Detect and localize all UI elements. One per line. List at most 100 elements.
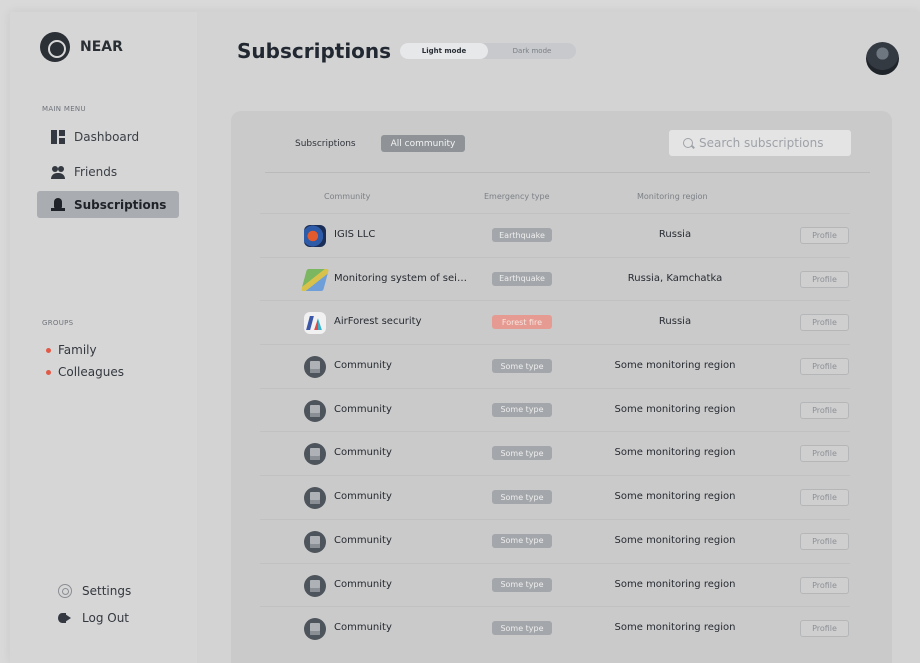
emergency-type-badge: Some type xyxy=(492,533,552,548)
community-icon xyxy=(304,356,326,379)
search-icon xyxy=(683,138,693,148)
sidebar-item-label: Friends xyxy=(74,164,118,179)
sidebar-item-label: Dashboard xyxy=(74,129,140,144)
emergency-type-badge: Earthquake xyxy=(492,228,552,242)
monitoring-region: Some monitoring region xyxy=(614,578,736,590)
app-window: NEAR MAIN MENU Dashboard Friends Subscri… xyxy=(10,12,920,663)
community-icon xyxy=(304,618,326,641)
column-header-emergency-type: Emergency type xyxy=(484,192,550,201)
community-icon xyxy=(304,487,326,510)
table-row[interactable]: Community Some type Some monitoring region… xyxy=(260,518,850,563)
divider xyxy=(265,172,870,173)
column-header-monitoring-region: Monitoring region xyxy=(637,192,708,201)
community-name[interactable]: Community xyxy=(334,535,392,546)
light-mode-option[interactable]: Light mode xyxy=(400,43,488,59)
emergency-type-badge: Some type xyxy=(492,621,552,636)
table-row[interactable]: Community Some type Some monitoring region… xyxy=(260,562,850,607)
seismic-map-icon xyxy=(301,268,329,291)
group-item-colleagues[interactable]: Colleagues xyxy=(46,365,124,379)
monitoring-region: Russia xyxy=(658,229,692,240)
gear-icon xyxy=(58,584,72,598)
profile-button[interactable]: Profile xyxy=(800,576,849,594)
emergency-type-badge: Some type xyxy=(492,402,552,417)
subscriptions-panel: Subscriptions All community Community Em… xyxy=(231,111,892,663)
search-box[interactable] xyxy=(669,130,851,156)
table-row[interactable]: IGIS LLC Earthquake Russia Profile xyxy=(260,213,850,257)
profile-button[interactable]: Profile xyxy=(800,270,849,288)
community-icon xyxy=(304,399,326,422)
table-row[interactable]: Community Some type Some monitoring region… xyxy=(260,431,850,475)
group-label: Family xyxy=(58,343,97,357)
emergency-type-badge: Forest fire xyxy=(492,315,552,330)
subscriptions-table: IGIS LLC Earthquake Russia Profile Monitorin… xyxy=(260,213,850,650)
dark-mode-option[interactable]: Dark mode xyxy=(488,43,576,59)
emergency-type-badge: Some type xyxy=(492,359,552,374)
logout-button[interactable]: Log Out xyxy=(58,611,129,625)
filter-subscriptions-tab[interactable]: Subscriptions xyxy=(295,139,356,149)
community-name[interactable]: Community xyxy=(334,447,392,458)
logo[interactable]: NEAR xyxy=(40,32,123,62)
column-header-community: Community xyxy=(324,192,371,201)
community-name[interactable]: Community xyxy=(334,404,392,415)
group-dot-icon xyxy=(46,369,51,375)
emergency-type-badge: Some type xyxy=(492,490,552,505)
profile-button[interactable]: Profile xyxy=(800,358,849,376)
table-row[interactable]: AirForest security Forest fire Russia Profi… xyxy=(260,300,850,344)
emergency-type-badge: Some type xyxy=(492,577,552,592)
emergency-type-badge: Earthquake xyxy=(492,271,552,286)
community-name[interactable]: AirForest security xyxy=(334,316,422,327)
logout-icon xyxy=(58,611,72,625)
sidebar-item-label: Subscriptions xyxy=(74,197,167,212)
community-icon xyxy=(304,574,326,597)
groups-heading: GROUPS xyxy=(42,319,74,327)
community-name[interactable]: Community xyxy=(334,491,392,502)
main-menu-heading: MAIN MENU xyxy=(42,105,86,113)
filter-all-community-chip[interactable]: All community xyxy=(381,135,465,152)
profile-button[interactable]: Profile xyxy=(800,532,849,550)
theme-mode-toggle[interactable]: Light mode Dark mode xyxy=(400,43,576,59)
community-name[interactable]: Community xyxy=(334,622,392,633)
community-icon xyxy=(304,530,326,553)
profile-button[interactable]: Profile xyxy=(800,227,849,244)
profile-button[interactable]: Profile xyxy=(800,489,849,507)
monitoring-region: Russia xyxy=(658,316,692,328)
table-row[interactable]: Community Some type Some monitoring region… xyxy=(260,344,850,388)
page-title: Subscriptions xyxy=(237,39,392,63)
community-name[interactable]: Community xyxy=(334,579,392,590)
table-row[interactable]: Community Some type Some monitoring region… xyxy=(260,475,850,519)
settings-button[interactable]: Settings xyxy=(58,584,131,598)
monitoring-region: Some monitoring region xyxy=(614,403,736,415)
profile-button[interactable]: Profile xyxy=(800,401,849,419)
search-input[interactable] xyxy=(699,136,849,150)
near-logo-icon xyxy=(40,32,70,62)
logout-label: Log Out xyxy=(82,611,130,625)
dashboard-icon xyxy=(51,129,65,144)
group-item-family[interactable]: Family xyxy=(46,343,97,357)
settings-label: Settings xyxy=(82,584,132,598)
group-label: Colleagues xyxy=(58,365,124,379)
monitoring-region: Some monitoring region xyxy=(614,447,736,459)
user-avatar[interactable] xyxy=(866,42,899,75)
community-icon xyxy=(304,443,326,466)
profile-button[interactable]: Profile xyxy=(800,314,849,332)
table-row[interactable]: Monitoring system of seis... Earthquake Ru… xyxy=(260,256,850,301)
monitoring-region: Some monitoring region xyxy=(614,491,736,503)
profile-button[interactable]: Profile xyxy=(800,445,849,463)
airforest-logo-icon xyxy=(304,312,326,335)
monitoring-region: Some monitoring region xyxy=(614,360,736,372)
monitoring-region: Some monitoring region xyxy=(614,622,736,634)
sidebar-item-subscriptions[interactable]: Subscriptions xyxy=(37,191,179,218)
igis-logo-icon xyxy=(304,225,326,247)
friends-icon xyxy=(51,165,65,179)
table-row[interactable]: Community Some type Some monitoring region… xyxy=(260,387,850,432)
table-row[interactable]: Community Some type Some monitoring region… xyxy=(260,606,850,650)
sidebar-item-friends[interactable]: Friends xyxy=(37,158,179,185)
profile-button[interactable]: Profile xyxy=(800,620,849,638)
sidebar-item-dashboard[interactable]: Dashboard xyxy=(37,123,179,150)
community-name[interactable]: Monitoring system of seis... xyxy=(334,273,469,284)
community-name[interactable]: IGIS LLC xyxy=(334,229,375,240)
monitoring-region: Russia, Kamchatka xyxy=(627,272,723,284)
community-name[interactable]: Community xyxy=(334,360,392,371)
emergency-type-badge: Some type xyxy=(492,446,552,461)
monitoring-region: Some monitoring region xyxy=(614,534,736,546)
